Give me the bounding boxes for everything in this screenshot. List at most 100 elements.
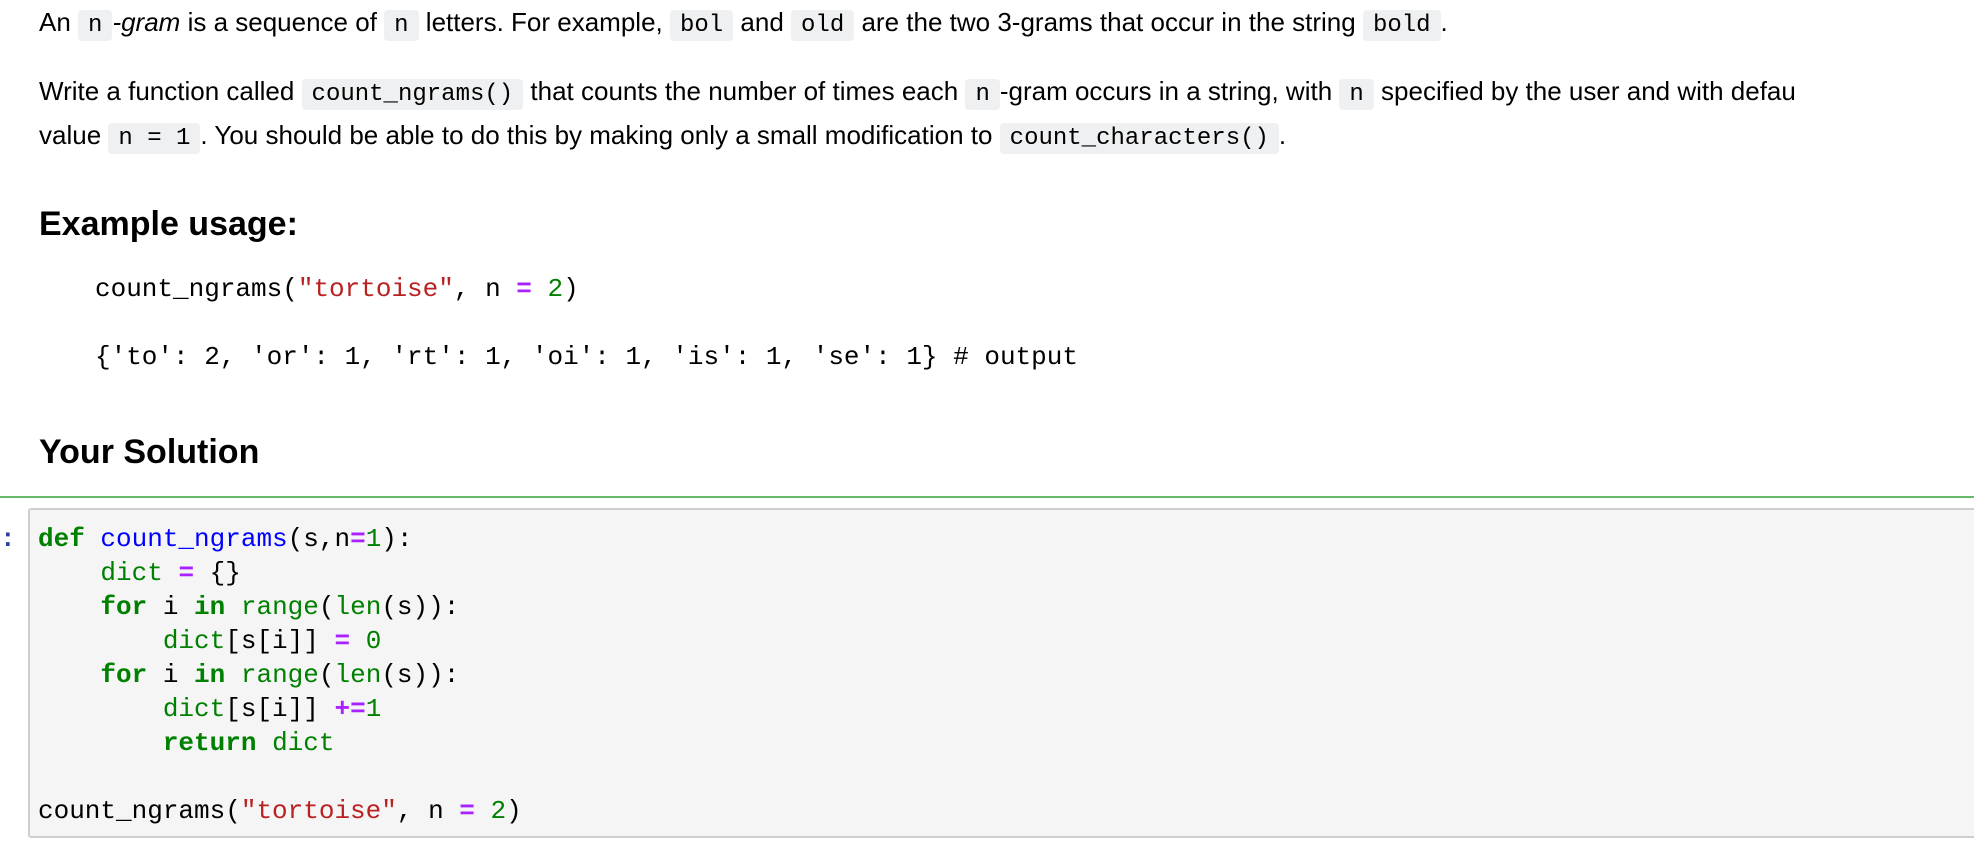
code-token: i: [147, 660, 195, 690]
text: that counts the number of times each: [523, 76, 966, 106]
code-token: "tortoise": [240, 796, 397, 826]
code-token: =: [334, 626, 351, 656]
code-token: ): [506, 796, 522, 826]
inline-code: count_characters(): [999, 123, 1279, 154]
intro-paragraph-2: Write a function called count_ngrams() t…: [39, 71, 1974, 159]
inline-code: n: [78, 10, 113, 41]
example-heading: Example usage:: [39, 205, 298, 243]
code-token: dict: [272, 728, 335, 758]
code-token: (s)):: [381, 592, 460, 622]
inline-code: count_ngrams(): [301, 79, 524, 110]
code-token: in: [194, 660, 226, 690]
code-token: ): [563, 274, 579, 304]
code-token: dict: [162, 626, 226, 656]
text: .: [1440, 7, 1448, 37]
code-token: +=: [334, 694, 366, 724]
code-token: [s[i]]: [225, 694, 335, 724]
text: and: [733, 7, 792, 37]
example-output: {'to': 2, 'or': 1, 'rt': 1, 'oi': 1, 'is…: [95, 342, 1078, 372]
code-line[interactable]: for i in range(len(s)):: [38, 658, 522, 692]
code-token: range: [240, 660, 319, 690]
code-editor[interactable]: def count_ngrams(s,n=1): dict = {} for i…: [38, 522, 522, 828]
code-line[interactable]: dict = {}: [38, 556, 522, 590]
code-token: ):: [381, 524, 413, 554]
inline-code: n: [1339, 79, 1374, 110]
cell-prompt: :: [0, 524, 16, 554]
text: . You should be able to do this by makin…: [200, 120, 1000, 150]
code-token: i: [147, 592, 195, 622]
text: value: [39, 120, 109, 150]
inline-code: old: [791, 10, 855, 41]
code-line[interactable]: for i in range(len(s)):: [38, 590, 522, 624]
code-token: (s,n: [287, 524, 351, 554]
code-token: (: [318, 592, 335, 622]
code-token: 1: [365, 694, 382, 724]
code-token: in: [194, 592, 226, 622]
code-token: len: [334, 660, 382, 690]
code-token: len: [334, 592, 382, 622]
code-token: (s)):: [381, 660, 460, 690]
code-token: for: [100, 592, 148, 622]
code-token: count_ngrams(: [95, 274, 298, 304]
inline-code: n: [965, 79, 1000, 110]
code-token: def: [38, 524, 85, 554]
code-token: =: [350, 524, 366, 554]
inline-code: bol: [669, 10, 734, 41]
code-token: dict: [162, 694, 226, 724]
code-line[interactable]: dict[s[i]] +=1: [38, 692, 522, 726]
code-token: count_ngrams(: [38, 796, 241, 826]
text: Write a function called: [39, 76, 302, 106]
inline-code: bold: [1362, 10, 1441, 41]
code-line[interactable]: dict[s[i]] = 0: [38, 624, 522, 658]
text: are the two 3-grams that occur in the st…: [854, 7, 1363, 37]
intro-paragraph-1: An n -gram is a sequence of n letters. Fo…: [39, 2, 1974, 46]
text: An: [39, 7, 79, 37]
code-token: return: [162, 728, 257, 758]
code-token: =: [516, 274, 532, 304]
code-token: [s[i]]: [225, 626, 335, 656]
code-line[interactable]: return dict: [38, 726, 522, 760]
code-token: "tortoise": [297, 274, 454, 304]
selected-cell-indicator: [0, 496, 1974, 498]
code-token: , n: [453, 274, 517, 304]
code-line[interactable]: def count_ngrams(s,n=1):: [38, 522, 522, 556]
code-token: range: [240, 592, 319, 622]
code-token: =: [178, 558, 195, 588]
code-token: dict: [100, 558, 163, 588]
code-token: {}: [194, 558, 241, 588]
text: specified by the user and with defau: [1373, 76, 1796, 106]
text: -gram occurs in a string, with: [999, 76, 1340, 106]
code-token: , n: [396, 796, 460, 826]
code-token: =: [459, 796, 475, 826]
text: is a sequence of: [180, 7, 385, 37]
code-token: 1: [365, 524, 382, 554]
solution-heading: Your Solution: [39, 433, 260, 471]
code-token: (: [318, 660, 335, 690]
code-token: for: [100, 660, 148, 690]
text: letters. For example,: [418, 7, 670, 37]
code-token: 0: [365, 626, 382, 656]
code-token: 2: [490, 796, 507, 826]
text: .: [1278, 120, 1287, 150]
example-call: count_ngrams("tortoise", n = 2): [95, 274, 579, 304]
inline-code: n: [384, 10, 419, 41]
text-italic: -gram: [112, 7, 181, 37]
code-line[interactable]: count_ngrams("tortoise", n = 2): [38, 794, 522, 828]
code-token: count_ngrams: [100, 524, 288, 554]
code-line[interactable]: [38, 760, 522, 794]
inline-code: n = 1: [108, 123, 201, 154]
